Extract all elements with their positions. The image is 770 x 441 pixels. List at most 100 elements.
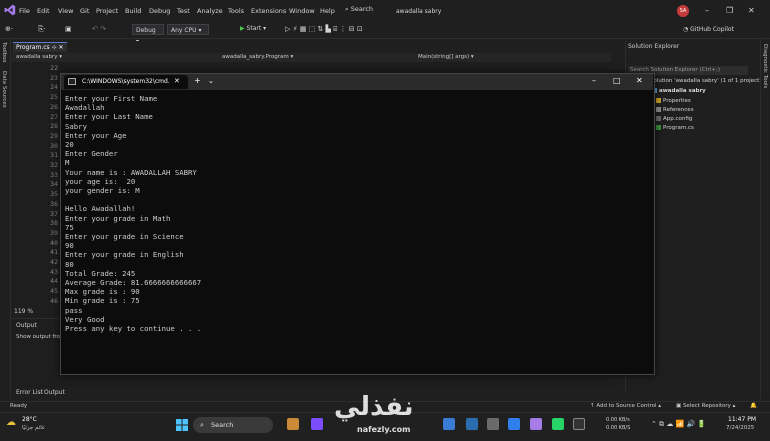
wrench-icon [656, 98, 661, 103]
nav-project-dropdown[interactable]: awadalla sabry ▾ [16, 53, 62, 62]
line-number: 39 [50, 228, 58, 237]
line-number: 31 [50, 151, 58, 160]
new-item-icon[interactable]: ⎘· [38, 25, 46, 34]
github-copilot-button[interactable]: ◔ GitHub Copilot [683, 26, 734, 33]
tab-dropdown-button[interactable]: ⌄ [208, 77, 214, 85]
line-number: 30 [50, 141, 58, 150]
csharp-file-icon [656, 125, 661, 130]
minimize-button[interactable]: – [705, 6, 709, 15]
nav-class-dropdown[interactable]: awadalla_sabry.Program ▾ [222, 53, 293, 62]
navigation-bar [11, 53, 611, 62]
menu-edit[interactable]: Edit [37, 7, 50, 15]
weather-temperature[interactable]: 28°C [22, 416, 37, 423]
menu-build[interactable]: Build [125, 7, 141, 15]
tab-error-list[interactable]: Error List [16, 389, 43, 396]
close-tab-icon[interactable]: ✕ [59, 44, 64, 51]
tree-item-app-config[interactable]: App.config [656, 116, 692, 122]
search-box[interactable]: ⌕ Search [345, 5, 387, 16]
line-number: 37 [50, 209, 58, 218]
solution-explorer-title: Solution Explorer [628, 43, 680, 50]
menu-help[interactable]: Help [320, 7, 335, 15]
app-config-label: App.config [663, 116, 693, 122]
menu-tools[interactable]: Tools [228, 7, 244, 15]
visual-studio-logo-icon[interactable] [4, 4, 16, 16]
clock-time[interactable]: 11:47 PM [728, 416, 756, 423]
tree-item-program-cs[interactable]: Program.cs [656, 125, 694, 131]
line-number: 36 [50, 199, 58, 208]
config-select[interactable]: Debug ▾ [132, 24, 164, 45]
copilot-icon: ◔ [683, 26, 689, 33]
new-tab-button[interactable]: + [194, 76, 201, 85]
menu-analyze[interactable]: Analyze [197, 7, 223, 15]
tree-item-references[interactable]: References [656, 107, 694, 113]
line-number: 25 [50, 93, 58, 102]
tab-output[interactable]: Output [44, 389, 65, 396]
console-close-button[interactable]: ✕ [636, 76, 643, 85]
notifications-icon[interactable]: 🔔 [750, 403, 757, 409]
network-download-speed: 0.00 KB/S [606, 425, 631, 431]
restore-button[interactable]: ❐ [726, 6, 733, 15]
start-button[interactable]: ▶ Start ▾ [240, 25, 266, 32]
nafezly-watermark-logo: نفذلي [334, 392, 415, 422]
play-icon: ▶ [240, 25, 245, 32]
save-icon[interactable]: ▣ [65, 25, 72, 33]
store-app-icon[interactable] [443, 418, 455, 430]
console-tab-close-icon[interactable]: ✕ [174, 77, 180, 85]
outlook-app-icon[interactable] [466, 418, 478, 430]
menu-project[interactable]: Project [96, 7, 118, 15]
debug-tools-icon[interactable]: ▷ ⚡ ▦ ⬚ ⇅ ▙ ⌸ ⋮ ⊟ ⊡ [285, 25, 363, 34]
undo-icon[interactable]: ↶ ↷ [92, 25, 106, 33]
menu-file[interactable]: File [19, 7, 30, 15]
title-bar: File Edit View Git Project Build Debug T… [0, 0, 770, 23]
close-button[interactable]: ✕ [748, 6, 755, 15]
vscode-app-icon[interactable] [508, 418, 520, 430]
zoom-level[interactable]: 119 % [14, 308, 33, 315]
menu-test[interactable]: Test [177, 7, 190, 15]
select-repository-button[interactable]: ▣ Select Repository ▴ [676, 403, 735, 409]
system-tray-icons[interactable]: ⌃ ⧉ ☁ 📶 🔊 🔋 [651, 420, 706, 429]
file-tab-label: Program.cs [16, 44, 50, 51]
menu-debug[interactable]: Debug [149, 7, 170, 15]
menu-view[interactable]: View [58, 7, 73, 15]
back-icon[interactable]: ⊕· [5, 25, 13, 33]
platform-select[interactable]: Any CPU ▾ [167, 24, 209, 35]
line-number: 29 [50, 131, 58, 140]
search-label: Search [350, 5, 374, 13]
tree-item-project[interactable]: awadalla sabry [652, 88, 706, 94]
terminal-app-icon[interactable] [573, 418, 585, 430]
copilot-app-icon[interactable] [311, 418, 323, 430]
console-minimize-button[interactable]: – [592, 76, 596, 85]
tree-item-properties[interactable]: Properties [656, 98, 691, 104]
project-label: awadalla sabry [659, 88, 706, 94]
tab-program-cs[interactable]: Program.cs ⊹ ✕ [13, 42, 67, 52]
config-file-icon [656, 116, 661, 121]
line-number: 40 [50, 238, 58, 247]
console-output: Enter your First Name Awadallah Enter yo… [65, 94, 202, 334]
visual-studio-app-icon[interactable] [530, 418, 542, 430]
menu-extensions[interactable]: Extensions [251, 7, 286, 15]
diagnostic-tools-tab[interactable]: Diagnostic Tools [762, 44, 768, 88]
data-sources-tab[interactable]: Data Sources [1, 71, 7, 108]
menu-git[interactable]: Git [80, 7, 89, 15]
widgets-app-icon[interactable] [287, 418, 299, 430]
menu-window[interactable]: Window [289, 7, 315, 15]
tree-item-solution[interactable]: Solution 'awadalla sabry' (1 of 1 projec… [650, 78, 761, 84]
line-number: 33 [50, 170, 58, 179]
weather-icon[interactable]: ☁ [6, 417, 16, 428]
line-number: 35 [50, 190, 58, 199]
line-number: 24 [50, 83, 58, 92]
console-maximize-button[interactable]: □ [613, 76, 621, 85]
toolbox-tab[interactable]: Toolbox [1, 42, 7, 63]
avatar[interactable]: SA [677, 5, 689, 17]
windows-start-icon[interactable] [176, 419, 188, 431]
nav-member-dropdown[interactable]: Main(string[] args) ▾ [418, 53, 474, 62]
copilot-label: GitHub Copilot [690, 26, 734, 33]
line-number: 26 [50, 102, 58, 111]
settings-app-icon[interactable] [487, 418, 499, 430]
add-to-source-control-button[interactable]: ↑ Add to Source Control ▴ [590, 403, 661, 409]
line-number: 23 [50, 73, 58, 82]
clock-date[interactable]: 7/24/2025 [726, 425, 754, 431]
whatsapp-app-icon[interactable] [552, 418, 564, 430]
pin-icon[interactable]: ⊹ [52, 44, 57, 51]
search-icon: ⌕ [345, 5, 349, 13]
